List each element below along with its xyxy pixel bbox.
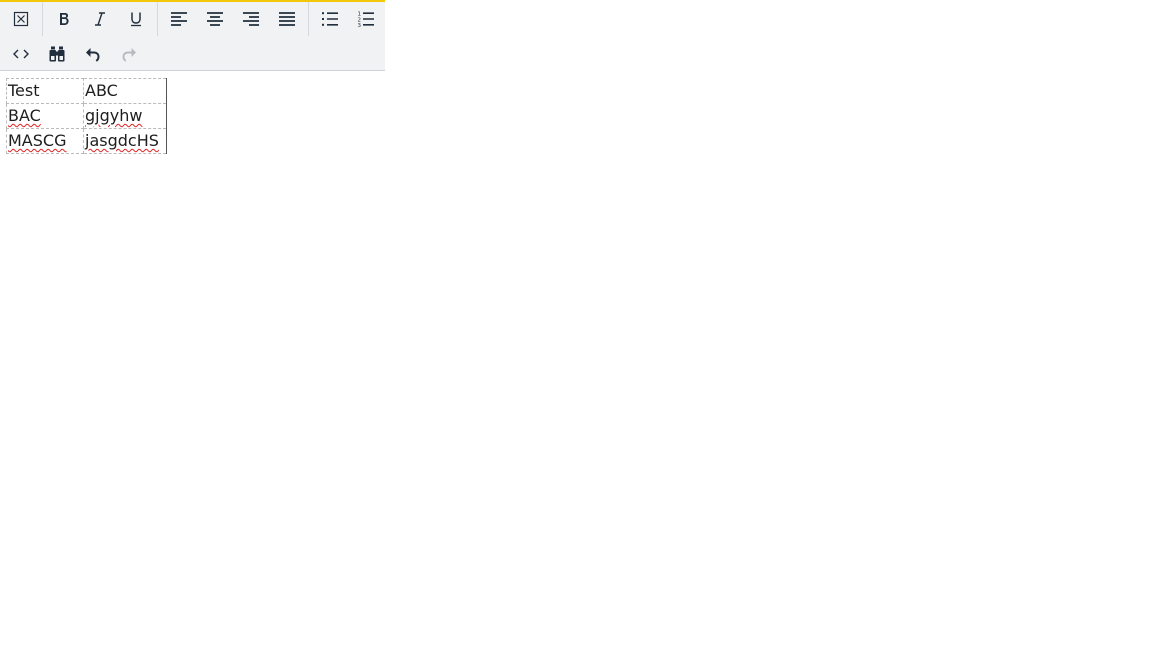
bold-icon (60, 13, 69, 25)
italic-button[interactable] (83, 3, 117, 35)
table-row: Test ABC (6, 78, 167, 104)
cell-text: gjgyhw (85, 106, 143, 125)
editor-toolbar: 1 2 3 (0, 0, 385, 71)
redo-button[interactable] (112, 38, 146, 70)
italic-icon (95, 12, 105, 26)
undo-icon (86, 48, 100, 62)
numbered-list-icon: 1 2 3 (358, 12, 374, 28)
align-right-icon (243, 12, 259, 26)
cell-text: ABC (85, 81, 118, 100)
table-row: BAC gjgyhw (6, 103, 167, 129)
cell-text: Test (8, 81, 40, 100)
align-left-icon (171, 12, 187, 26)
redo-icon (122, 48, 136, 62)
code-icon (13, 49, 29, 59)
bullet-list-icon (322, 12, 338, 26)
cell-text: MASCG (8, 131, 67, 150)
toolbar-row-2 (0, 37, 150, 70)
content-table[interactable]: Test ABC BAC gjgyhw MASCG jasgdcHS (6, 78, 167, 154)
cell-text: jasgdcHS (85, 131, 159, 150)
table-cell[interactable]: BAC (6, 103, 84, 129)
table-row: MASCG jasgdcHS (6, 128, 167, 154)
find-replace-button[interactable] (40, 38, 74, 70)
tools-group (0, 37, 150, 70)
cell-text: BAC (8, 106, 41, 125)
align-right-button[interactable] (234, 3, 268, 35)
underline-icon (131, 12, 141, 27)
toolbar-row-1: 1 2 3 (0, 2, 385, 36)
text-style-group (42, 2, 157, 36)
table-cell[interactable]: Test (6, 78, 84, 104)
align-justify-button[interactable] (270, 3, 304, 35)
remove-format-icon (13, 11, 29, 27)
numbered-list-button[interactable]: 1 2 3 (349, 3, 383, 35)
align-center-button[interactable] (198, 3, 232, 35)
undo-button[interactable] (76, 38, 110, 70)
align-center-icon (207, 12, 223, 26)
table-cell[interactable]: gjgyhw (83, 103, 167, 129)
table-cell[interactable]: ABC (83, 78, 167, 104)
svg-text:3: 3 (358, 23, 362, 28)
format-group (0, 2, 42, 36)
bold-button[interactable] (47, 3, 81, 35)
table-cell[interactable]: MASCG (6, 128, 84, 154)
binoculars-icon (49, 46, 65, 62)
list-group: 1 2 3 (308, 2, 385, 36)
editor-content[interactable]: Test ABC BAC gjgyhw MASCG jasgdcHS (6, 78, 167, 154)
remove-format-button[interactable] (4, 3, 38, 35)
underline-button[interactable] (119, 3, 153, 35)
alignment-group (157, 2, 308, 36)
bullet-list-button[interactable] (313, 3, 347, 35)
align-justify-icon (279, 12, 295, 26)
align-left-button[interactable] (162, 3, 196, 35)
rich-text-editor: 1 2 3 Test ABC BAC gjgyhw MASCG jasgdcHS (0, 0, 1152, 648)
table-cell[interactable]: jasgdcHS (83, 128, 167, 154)
source-code-button[interactable] (4, 38, 38, 70)
